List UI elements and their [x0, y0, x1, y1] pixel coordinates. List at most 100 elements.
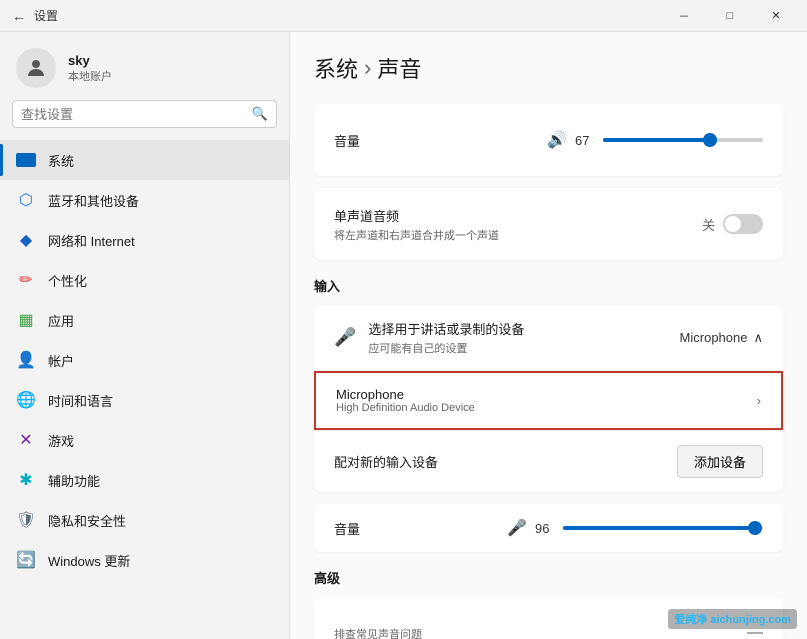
breadcrumb-system: 系统	[314, 52, 358, 84]
sidebar-item-label: 辅助功能	[48, 471, 100, 490]
input-select-sublabel: 应可能有自己的设置	[368, 340, 524, 356]
app-container: sky 本地账户 🔍 系统 ⬡ 蓝牙和其他设备 ◆ 网络和 Internet ✏…	[0, 32, 807, 639]
mono-info: 单声道音频 将左声道和右声道合并成一个声道	[334, 206, 499, 243]
sidebar-item-personal[interactable]: ✏ 个性化	[0, 260, 289, 300]
input-select-left: 🎤 选择用于讲话或录制的设备 应可能有自己的设置	[334, 319, 524, 356]
sidebar-item-label: 帐户	[48, 351, 74, 370]
page-header: 系统 › 声音	[314, 52, 783, 84]
advanced-section-title: 高级	[314, 568, 783, 587]
close-button[interactable]: ✕	[753, 0, 799, 32]
search-box: 🔍	[12, 100, 277, 128]
app-title: 设置	[34, 7, 58, 24]
main-content: 系统 › 声音 音量 🔊 67	[290, 32, 807, 639]
input-volume-right: 🎤 96	[507, 518, 763, 538]
accessibility-icon: ✱	[16, 470, 36, 490]
add-device-row: 配对新的输入设备 添加设备	[314, 430, 783, 492]
title-bar-controls: － □ ✕	[661, 0, 799, 32]
volume-control: 🔊 67	[547, 130, 763, 150]
microphone-device-row[interactable]: Microphone High Definition Audio Device …	[314, 371, 783, 430]
sidebar-item-label: 个性化	[48, 271, 87, 290]
sidebar-item-label: 游戏	[48, 431, 74, 450]
sidebar-item-bluetooth[interactable]: ⬡ 蓝牙和其他设备	[0, 180, 289, 220]
maximize-button[interactable]: □	[707, 0, 753, 32]
search-input[interactable]	[21, 107, 246, 122]
input-mic-icon: 🎤	[507, 518, 527, 538]
avatar	[16, 48, 56, 88]
sidebar-item-gaming[interactable]: ✕ 游戏	[0, 420, 289, 460]
sidebar-item-system[interactable]: 系统	[0, 140, 289, 180]
sidebar-item-time[interactable]: 🌐 时间和语言	[0, 380, 289, 420]
mono-toggle-switch[interactable]	[723, 214, 763, 234]
volume-value: 67	[575, 133, 595, 148]
bluetooth-icon: ⬡	[16, 190, 36, 210]
device-info: Microphone High Definition Audio Device	[336, 387, 475, 414]
title-bar: ← 设置 － □ ✕	[0, 0, 807, 32]
back-icon[interactable]: ←	[12, 8, 26, 24]
input-select-right[interactable]: Microphone ∧	[680, 330, 763, 346]
input-volume-value: 96	[535, 521, 555, 536]
user-type: 本地账户	[68, 68, 112, 84]
input-select-info: 选择用于讲话或录制的设备 应可能有自己的设置	[368, 319, 524, 356]
input-select-row: 🎤 选择用于讲话或录制的设备 应可能有自己的设置 Microphone ∧	[314, 305, 783, 371]
input-volume-label: 音量	[334, 519, 360, 538]
add-device-button[interactable]: 添加设备	[677, 445, 763, 478]
input-volume-fill	[563, 526, 755, 530]
input-volume-card: 音量 🎤 96	[314, 504, 783, 552]
sidebar-item-label: 时间和语言	[48, 391, 113, 410]
volume-card: 音量 🔊 67	[314, 104, 783, 176]
input-select-label: 选择用于讲话或录制的设备	[368, 319, 524, 338]
update-icon: 🔄	[16, 550, 36, 570]
accounts-icon: 👤	[16, 350, 36, 370]
speaker-icon: 🔊	[547, 130, 567, 150]
input-select-value: Microphone	[680, 330, 748, 345]
chevron-right-icon: ›	[757, 393, 761, 408]
gaming-icon: ✕	[16, 430, 36, 450]
mono-label: 单声道音频	[334, 206, 499, 225]
sidebar-item-label: 隐私和安全性	[48, 511, 126, 530]
user-name: sky	[68, 53, 112, 68]
sidebar-item-privacy[interactable]: 🛡 隐私和安全性	[0, 500, 289, 540]
system-icon	[16, 150, 36, 170]
sidebar: sky 本地账户 🔍 系统 ⬡ 蓝牙和其他设备 ◆ 网络和 Internet ✏…	[0, 32, 290, 639]
apps-icon: ▦	[16, 310, 36, 330]
chevron-up-icon: ∧	[753, 330, 763, 346]
volume-slider-fill	[603, 138, 710, 142]
input-card: 🎤 选择用于讲话或录制的设备 应可能有自己的设置 Microphone ∧	[314, 305, 783, 492]
input-volume-slider[interactable]	[563, 526, 763, 530]
time-icon: 🌐	[16, 390, 36, 410]
mono-toggle: 关	[702, 214, 763, 234]
sidebar-item-label: 蓝牙和其他设备	[48, 191, 139, 210]
volume-slider-track[interactable]	[603, 138, 763, 142]
sidebar-item-label: Windows 更新	[48, 551, 130, 570]
input-volume-thumb	[748, 521, 762, 535]
mono-row: 单声道音频 将左声道和右声道合并成一个声道 关	[334, 204, 763, 244]
device-name: Microphone	[336, 387, 475, 402]
sidebar-item-label: 系统	[48, 151, 74, 170]
mono-sublabel: 将左声道和右声道合并成一个声道	[334, 227, 499, 243]
advanced-sublabel: 排查常见声音问题	[334, 626, 422, 639]
mono-state: 关	[702, 215, 715, 234]
sidebar-item-network[interactable]: ◆ 网络和 Internet	[0, 220, 289, 260]
network-icon: ◆	[16, 230, 36, 250]
sidebar-item-accessibility[interactable]: ✱ 辅助功能	[0, 460, 289, 500]
mono-audio-card: 单声道音频 将左声道和右声道合并成一个声道 关	[314, 188, 783, 260]
sidebar-item-label: 应用	[48, 311, 74, 330]
minimize-button[interactable]: －	[661, 0, 707, 32]
search-icon: 🔍	[252, 106, 268, 122]
add-device-label: 配对新的输入设备	[334, 452, 438, 471]
volume-row: 音量 🔊 67	[334, 120, 763, 160]
user-section: sky 本地账户	[0, 32, 289, 100]
sidebar-item-apps[interactable]: ▦ 应用	[0, 300, 289, 340]
volume-label: 音量	[334, 131, 360, 150]
sidebar-item-label: 网络和 Internet	[48, 231, 135, 250]
sidebar-item-accounts[interactable]: 👤 帐户	[0, 340, 289, 380]
volume-slider-thumb	[703, 133, 717, 147]
title-bar-left: ← 设置	[12, 7, 58, 24]
privacy-icon: 🛡	[16, 510, 36, 530]
user-info: sky 本地账户	[68, 53, 112, 84]
breadcrumb-sound: 声音	[377, 52, 421, 84]
input-section-title: 输入	[314, 276, 783, 295]
microphone-select-icon: 🎤	[334, 327, 356, 348]
sidebar-item-update[interactable]: 🔄 Windows 更新	[0, 540, 289, 580]
breadcrumb-separator: ›	[364, 55, 371, 81]
